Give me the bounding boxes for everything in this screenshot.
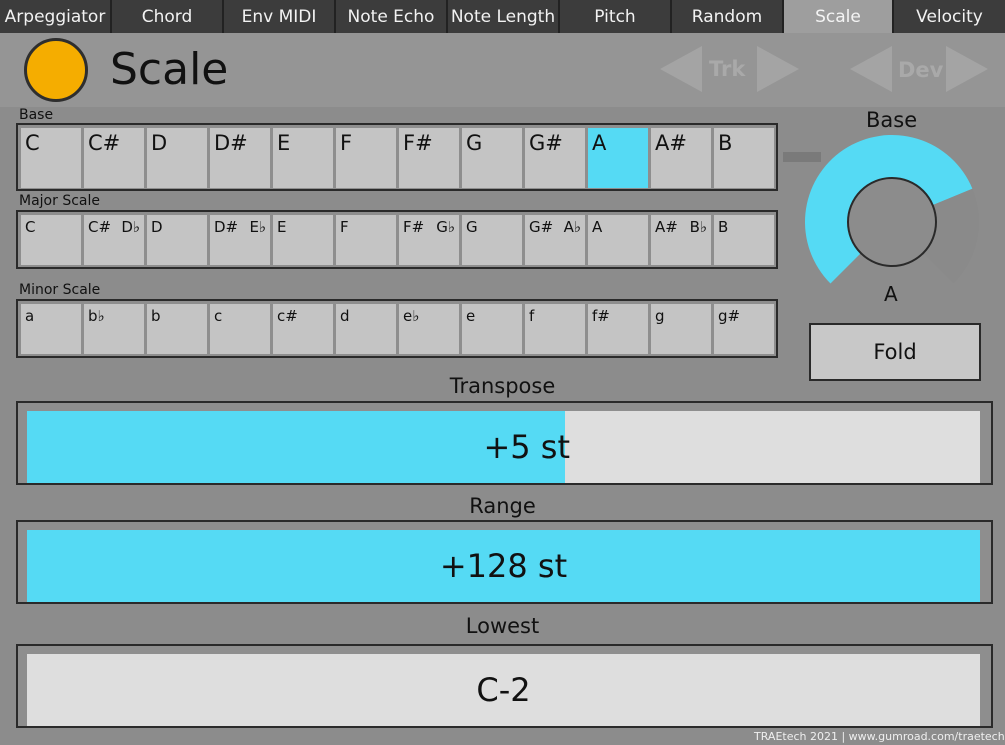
lowest-track: C-2 xyxy=(27,654,980,726)
base-note-selector: C C# D D# E F F# G G# A A# B xyxy=(16,123,778,191)
note-name: E xyxy=(277,218,287,236)
tab-scale[interactable]: Scale xyxy=(784,0,894,33)
major-note-cell[interactable]: E xyxy=(273,215,333,265)
minor-note-cell[interactable]: c xyxy=(210,304,270,354)
tab-velocity[interactable]: Velocity xyxy=(894,0,1005,33)
base-knob-label: Base xyxy=(866,108,918,132)
note-alt-name: A♭ xyxy=(563,218,581,236)
base-knob-value: A xyxy=(884,282,898,306)
range-track: +128 st xyxy=(27,530,980,602)
minor-note-cell[interactable]: g xyxy=(651,304,711,354)
range-label: Range xyxy=(469,494,536,518)
major-note-cell[interactable]: B xyxy=(714,215,774,265)
note-name: G# xyxy=(529,218,554,236)
note-name: B xyxy=(718,218,729,236)
note-name: C# xyxy=(88,218,112,236)
tab-arpeggiator[interactable]: Arpeggiator xyxy=(0,0,112,33)
transpose-label: Transpose xyxy=(449,374,556,398)
minor-note-cell[interactable]: a xyxy=(21,304,81,354)
footer-credit: TRAEtech 2021 | www.gumroad.com/traetech xyxy=(754,730,1005,743)
major-note-cell[interactable]: D xyxy=(147,215,207,265)
note-name: D xyxy=(151,218,163,236)
lowest-label: Lowest xyxy=(465,614,540,638)
note-alt-name: G♭ xyxy=(436,218,455,236)
minor-scale-selector: a b♭ b c c# d e♭ e f f# g g# xyxy=(16,299,778,358)
base-section-label: Base xyxy=(19,107,54,123)
base-note-cell[interactable]: F xyxy=(336,128,396,188)
base-note-cell[interactable]: A xyxy=(588,128,648,188)
base-note-cell[interactable]: C xyxy=(21,128,81,188)
note-name: G xyxy=(466,218,478,236)
minor-note-cell[interactable]: f xyxy=(525,304,585,354)
knob-center xyxy=(847,177,937,267)
minor-scale-label: Minor Scale xyxy=(19,282,101,298)
note-name: F# xyxy=(403,218,425,236)
tab-env-midi[interactable]: Env MIDI xyxy=(224,0,336,33)
base-note-cell[interactable]: B xyxy=(714,128,774,188)
tab-note-echo[interactable]: Note Echo xyxy=(336,0,448,33)
minor-note-cell[interactable]: d xyxy=(336,304,396,354)
range-value: +128 st xyxy=(439,547,568,585)
major-note-cell[interactable]: G# A♭ xyxy=(525,215,585,265)
minor-note-cell[interactable]: e♭ xyxy=(399,304,459,354)
fold-button[interactable]: Fold xyxy=(809,323,981,381)
tab-chord[interactable]: Chord xyxy=(112,0,224,33)
major-note-cell[interactable]: F xyxy=(336,215,396,265)
minor-note-cell[interactable]: e xyxy=(462,304,522,354)
trk-next-arrow-icon[interactable] xyxy=(757,46,799,92)
major-note-cell[interactable]: C# D♭ xyxy=(84,215,144,265)
base-note-cell[interactable]: C# xyxy=(84,128,144,188)
tab-random[interactable]: Random xyxy=(672,0,784,33)
base-note-cell[interactable]: G# xyxy=(525,128,585,188)
transpose-value: +5 st xyxy=(483,428,570,466)
range-slider[interactable]: +128 st xyxy=(16,520,993,604)
transpose-slider[interactable]: +5 st xyxy=(16,401,993,485)
note-alt-name: B♭ xyxy=(689,218,707,236)
note-name: C xyxy=(25,218,36,236)
base-note-cell[interactable]: D# xyxy=(210,128,270,188)
note-name: D# xyxy=(214,218,239,236)
minor-note-cell[interactable]: b♭ xyxy=(84,304,144,354)
tab-bar: Arpeggiator Chord Env MIDI Note Echo Not… xyxy=(0,0,1005,33)
minor-note-cell[interactable]: b xyxy=(147,304,207,354)
base-note-cell[interactable]: A# xyxy=(651,128,711,188)
note-alt-name: E♭ xyxy=(249,218,266,236)
dev-nav-label: Dev xyxy=(898,58,944,82)
trk-nav-label: Trk xyxy=(709,57,746,81)
base-note-cell[interactable]: D xyxy=(147,128,207,188)
note-name: A# xyxy=(655,218,678,236)
note-alt-name: D♭ xyxy=(121,218,140,236)
dev-prev-arrow-icon[interactable] xyxy=(850,46,892,92)
tab-note-length[interactable]: Note Length xyxy=(448,0,560,33)
major-note-cell[interactable]: F# G♭ xyxy=(399,215,459,265)
base-note-cell[interactable]: F# xyxy=(399,128,459,188)
dev-next-arrow-icon[interactable] xyxy=(946,46,988,92)
page-title: Scale xyxy=(110,44,229,95)
trk-prev-arrow-icon[interactable] xyxy=(660,46,702,92)
base-note-cell[interactable]: E xyxy=(273,128,333,188)
transpose-track: +5 st xyxy=(27,411,980,483)
device-orb-icon[interactable] xyxy=(24,38,88,102)
tab-pitch[interactable]: Pitch xyxy=(560,0,672,33)
major-note-cell[interactable]: C xyxy=(21,215,81,265)
lowest-slider[interactable]: C-2 xyxy=(16,644,993,728)
minor-note-cell[interactable]: f# xyxy=(588,304,648,354)
note-name: A xyxy=(592,218,603,236)
major-note-cell[interactable]: D# E♭ xyxy=(210,215,270,265)
major-scale-selector: C C# D♭ D D# E♭ E F F# G♭ G G# A♭ A A# B♭ B xyxy=(16,210,778,269)
lowest-value: C-2 xyxy=(476,671,531,709)
major-note-cell[interactable]: A xyxy=(588,215,648,265)
major-note-cell[interactable]: A# B♭ xyxy=(651,215,711,265)
base-knob[interactable] xyxy=(803,135,981,305)
major-note-cell[interactable]: G xyxy=(462,215,522,265)
minor-note-cell[interactable]: c# xyxy=(273,304,333,354)
major-scale-label: Major Scale xyxy=(19,193,100,209)
base-note-cell[interactable]: G xyxy=(462,128,522,188)
note-name: F xyxy=(340,218,349,236)
minor-note-cell[interactable]: g# xyxy=(714,304,774,354)
